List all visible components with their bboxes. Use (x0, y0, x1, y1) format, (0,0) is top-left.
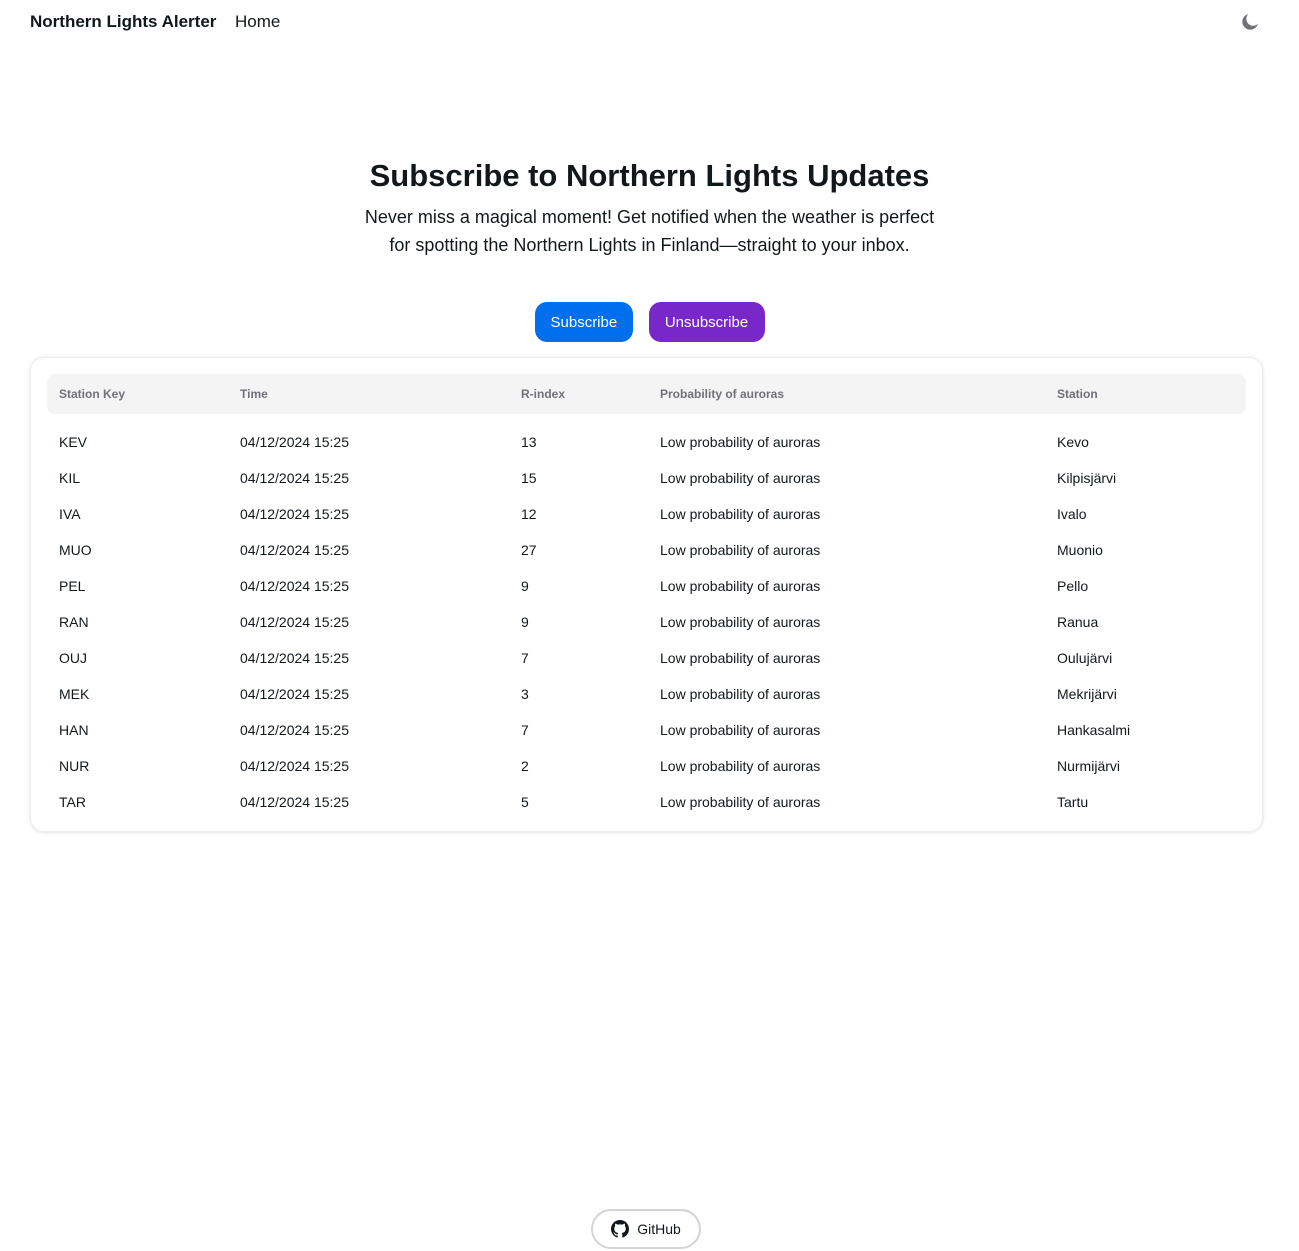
cell-time: 04/12/2024 15:25 (240, 434, 349, 450)
nav-link-home[interactable]: Home (235, 12, 280, 32)
table-row: NUR 04/12/2024 15:25 2 Low probability o… (47, 748, 1246, 784)
github-label: GitHub (637, 1221, 681, 1237)
cell-station-key: IVA (59, 506, 81, 522)
cell-station: Oulujärvi (1057, 650, 1113, 666)
cell-station-key: HAN (59, 722, 89, 738)
table-row: KIL 04/12/2024 15:25 15 Low probability … (47, 460, 1246, 496)
header-r-index: R-index (509, 374, 648, 414)
table-row: PEL 04/12/2024 15:25 9 Low probability o… (47, 568, 1246, 604)
cell-time: 04/12/2024 15:25 (240, 794, 349, 810)
cell-time: 04/12/2024 15:25 (240, 758, 349, 774)
table-row: MEK 04/12/2024 15:25 3 Low probability o… (47, 676, 1246, 712)
theme-toggle-button[interactable] (1238, 10, 1262, 34)
cell-time: 04/12/2024 15:25 (240, 578, 349, 594)
header-probability: Probability of auroras (648, 374, 1045, 414)
cell-probability: Low probability of auroras (660, 434, 821, 450)
cell-probability: Low probability of auroras (660, 506, 821, 522)
cell-station: Ranua (1057, 614, 1099, 630)
stations-table-card: Station Key Time R-index Probability of … (30, 357, 1263, 832)
table-row: TAR 04/12/2024 15:25 5 Low probability o… (47, 784, 1246, 820)
cell-station: Kevo (1057, 434, 1089, 450)
table-row: HAN 04/12/2024 15:25 7 Low probability o… (47, 712, 1246, 748)
cell-probability: Low probability of auroras (660, 650, 821, 666)
header-station-key: Station Key (47, 374, 228, 414)
table-row: OUJ 04/12/2024 15:25 7 Low probability o… (47, 640, 1246, 676)
cell-r-index: 27 (521, 542, 537, 558)
subscribe-button[interactable]: Subscribe (534, 302, 633, 342)
cell-r-index: 3 (521, 686, 529, 702)
table-header-row: Station Key Time R-index Probability of … (47, 374, 1246, 414)
brand-title: Northern Lights Alerter (30, 12, 217, 31)
cell-r-index: 12 (521, 506, 537, 522)
hero-description: Never miss a magical moment! Get notifie… (364, 207, 935, 255)
page-title: Subscribe to Northern Lights Updates (369, 158, 930, 193)
cell-time: 04/12/2024 15:25 (240, 542, 349, 558)
navbar: Northern Lights Alerter Home (0, 0, 1299, 44)
cell-station: Tartu (1057, 794, 1089, 810)
github-icon (611, 1220, 630, 1238)
cell-time: 04/12/2024 15:25 (240, 506, 349, 522)
cell-r-index: 7 (521, 722, 529, 738)
cell-time: 04/12/2024 15:25 (240, 470, 349, 486)
cell-station: Nurmijärvi (1057, 758, 1120, 774)
table-row: IVA 04/12/2024 15:25 12 Low probability … (47, 496, 1246, 532)
github-link-button[interactable]: GitHub (591, 1209, 701, 1249)
subscription-actions: Subscribe Unsubscribe (0, 302, 1299, 342)
hero-section: Subscribe to Northern Lights Updates Nev… (0, 155, 1299, 259)
cell-station-key: TAR (59, 794, 86, 810)
cell-probability: Low probability of auroras (660, 470, 821, 486)
cell-station: Kilpisjärvi (1057, 470, 1117, 486)
cell-station-key: OUJ (59, 650, 87, 666)
cell-time: 04/12/2024 15:25 (240, 614, 349, 630)
cell-station: Mekrijärvi (1057, 686, 1117, 702)
cell-r-index: 15 (521, 470, 537, 486)
cell-time: 04/12/2024 15:25 (240, 722, 349, 738)
stations-table: Station Key Time R-index Probability of … (47, 374, 1246, 820)
table-row: MUO 04/12/2024 15:25 27 Low probability … (47, 532, 1246, 568)
cell-probability: Low probability of auroras (660, 578, 821, 594)
cell-r-index: 7 (521, 650, 529, 666)
cell-station-key: MUO (59, 542, 92, 558)
cell-r-index: 2 (521, 758, 529, 774)
cell-station-key: MEK (59, 686, 90, 702)
cell-time: 04/12/2024 15:25 (240, 650, 349, 666)
header-time: Time (228, 374, 509, 414)
cell-r-index: 5 (521, 794, 529, 810)
cell-probability: Low probability of auroras (660, 542, 821, 558)
cell-station-key: RAN (59, 614, 89, 630)
cell-station-key: PEL (59, 578, 86, 594)
cell-time: 04/12/2024 15:25 (240, 686, 349, 702)
cell-station: Pello (1057, 578, 1089, 594)
cell-station-key: KIL (59, 470, 81, 486)
cell-r-index: 9 (521, 614, 529, 630)
cell-station-key: KEV (59, 434, 88, 450)
cell-station: Ivalo (1057, 506, 1087, 522)
cell-probability: Low probability of auroras (660, 614, 821, 630)
cell-probability: Low probability of auroras (660, 794, 821, 810)
cell-station: Muonio (1057, 542, 1103, 558)
cell-probability: Low probability of auroras (660, 722, 821, 738)
moon-icon (1242, 14, 1258, 30)
table-row: KEV 04/12/2024 15:25 13 Low probability … (47, 414, 1246, 460)
cell-probability: Low probability of auroras (660, 686, 821, 702)
cell-probability: Low probability of auroras (660, 758, 821, 774)
cell-r-index: 9 (521, 578, 529, 594)
header-station: Station (1045, 374, 1246, 414)
cell-station: Hankasalmi (1057, 722, 1131, 738)
unsubscribe-button[interactable]: Unsubscribe (648, 302, 765, 342)
cell-r-index: 13 (521, 434, 537, 450)
table-row: RAN 04/12/2024 15:25 9 Low probability o… (47, 604, 1246, 640)
cell-station-key: NUR (59, 758, 90, 774)
